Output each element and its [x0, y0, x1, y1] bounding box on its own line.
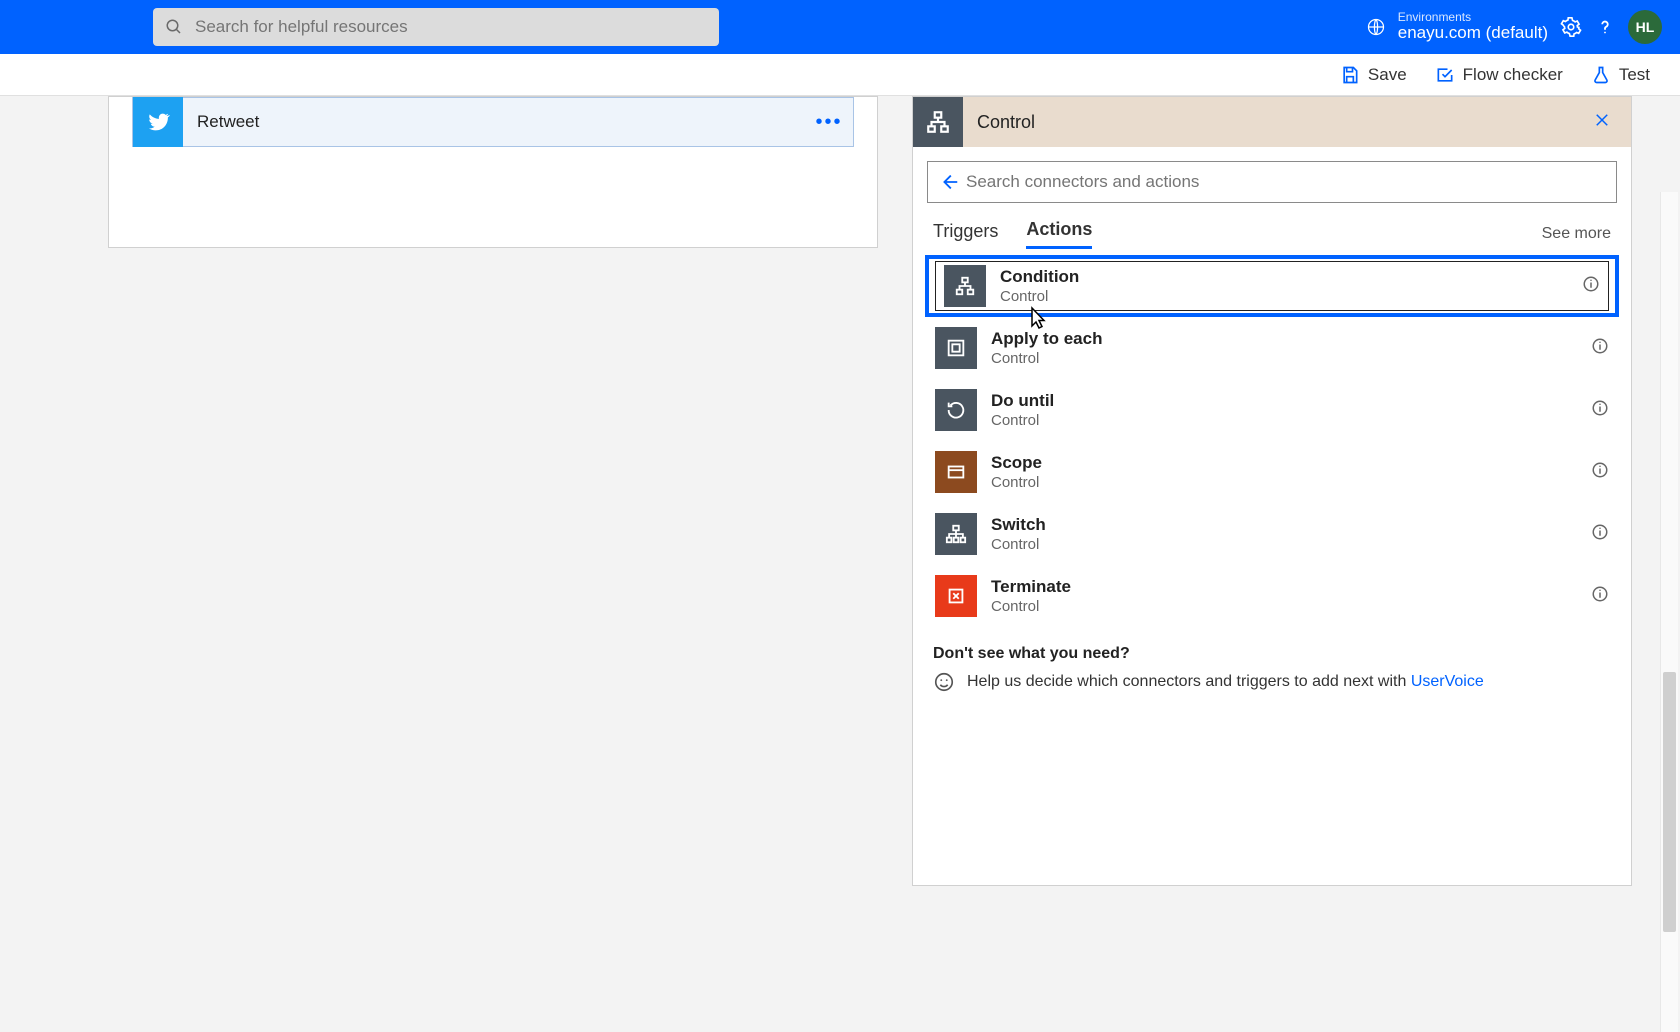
action-apply-to-each[interactable]: Apply to each Control — [925, 317, 1619, 379]
global-search[interactable] — [153, 8, 719, 46]
vertical-scrollbar[interactable] — [1660, 192, 1678, 1032]
info-icon — [1591, 523, 1609, 541]
test-button[interactable]: Test — [1591, 65, 1650, 85]
action-search[interactable] — [927, 161, 1617, 203]
globe-icon — [1366, 17, 1386, 37]
action-name: Scope — [991, 453, 1042, 473]
condition-icon — [944, 265, 986, 307]
retweet-card-title: Retweet — [183, 112, 805, 132]
action-search-input[interactable] — [966, 172, 1612, 192]
flow-checker-icon — [1435, 65, 1455, 85]
command-bar: Save Flow checker Test — [0, 54, 1680, 96]
back-arrow-icon — [938, 171, 960, 193]
action-do-until[interactable]: Do until Control — [925, 379, 1619, 441]
info-icon — [1591, 461, 1609, 479]
env-name: enayu.com (default) — [1398, 23, 1548, 42]
help-button[interactable] — [1594, 16, 1616, 38]
action-condition[interactable]: Condition Control — [925, 255, 1619, 317]
uservoice-link[interactable]: UserVoice — [1411, 673, 1484, 690]
action-connector: Control — [991, 474, 1042, 491]
settings-button[interactable] — [1560, 16, 1582, 38]
close-button[interactable] — [1593, 111, 1631, 134]
action-picker-panel: Control Triggers Actions See more — [912, 96, 1632, 886]
close-icon — [1593, 111, 1611, 129]
test-label: Test — [1619, 65, 1650, 85]
action-info[interactable] — [1591, 337, 1609, 360]
flow-checker-label: Flow checker — [1463, 65, 1563, 85]
tree-icon — [925, 109, 951, 135]
picker-tabs: Triggers Actions See more — [933, 219, 1611, 249]
app-header: Environments enayu.com (default) HL — [0, 0, 1680, 54]
action-connector: Control — [991, 412, 1054, 429]
twitter-icon — [145, 109, 171, 135]
footer-heading: Don't see what you need? — [933, 645, 1611, 663]
search-icon — [165, 18, 183, 36]
action-connector: Control — [1000, 288, 1079, 305]
save-label: Save — [1368, 65, 1407, 85]
apply-to-each-icon — [935, 327, 977, 369]
action-info[interactable] — [1591, 461, 1609, 484]
action-scope[interactable]: Scope Control — [925, 441, 1619, 503]
flask-icon — [1591, 65, 1611, 85]
retweet-action-card[interactable]: Retweet ••• — [132, 97, 854, 147]
action-info[interactable] — [1591, 523, 1609, 546]
footer-help-text: Help us decide which connectors and trig… — [967, 673, 1411, 690]
global-search-input[interactable] — [195, 17, 707, 37]
info-icon — [1591, 399, 1609, 417]
scope-icon — [935, 451, 977, 493]
help-icon — [1594, 16, 1616, 38]
action-name: Apply to each — [991, 329, 1102, 349]
action-name: Do until — [991, 391, 1054, 411]
panel-title: Control — [963, 112, 1593, 133]
action-name: Condition — [1000, 267, 1079, 287]
terminate-icon — [935, 575, 977, 617]
info-icon — [1582, 275, 1600, 293]
environment-picker[interactable]: Environments enayu.com (default) — [1366, 11, 1548, 43]
panel-footer: Don't see what you need? Help us decide … — [933, 645, 1611, 693]
switch-icon — [935, 513, 977, 555]
flow-step-container: Retweet ••• — [108, 96, 878, 248]
card-more-menu[interactable]: ••• — [805, 111, 853, 134]
gear-icon — [1560, 16, 1582, 38]
info-icon — [1591, 585, 1609, 603]
user-avatar[interactable]: HL — [1628, 10, 1662, 44]
action-connector: Control — [991, 350, 1102, 367]
info-icon — [1591, 337, 1609, 355]
action-connector: Control — [991, 598, 1071, 615]
save-icon — [1340, 65, 1360, 85]
save-button[interactable]: Save — [1340, 65, 1407, 85]
scrollbar-thumb[interactable] — [1663, 672, 1676, 932]
action-name: Terminate — [991, 577, 1071, 597]
smiley-icon — [933, 671, 955, 693]
flow-checker-button[interactable]: Flow checker — [1435, 65, 1563, 85]
action-list: Condition Control Apply to each Control — [925, 255, 1619, 627]
action-switch[interactable]: Switch Control — [925, 503, 1619, 565]
env-label: Environments — [1398, 11, 1548, 23]
action-info[interactable] — [1582, 275, 1600, 298]
tab-actions[interactable]: Actions — [1026, 219, 1092, 249]
back-button[interactable] — [932, 171, 966, 193]
do-until-icon — [935, 389, 977, 431]
see-more-link[interactable]: See more — [1542, 225, 1611, 243]
action-connector: Control — [991, 536, 1046, 553]
action-info[interactable] — [1591, 585, 1609, 608]
action-name: Switch — [991, 515, 1046, 535]
twitter-connector-icon — [133, 97, 183, 147]
panel-header: Control — [913, 97, 1631, 147]
tab-triggers[interactable]: Triggers — [933, 221, 998, 248]
control-connector-icon — [913, 97, 963, 147]
action-terminate[interactable]: Terminate Control — [925, 565, 1619, 627]
action-info[interactable] — [1591, 399, 1609, 422]
